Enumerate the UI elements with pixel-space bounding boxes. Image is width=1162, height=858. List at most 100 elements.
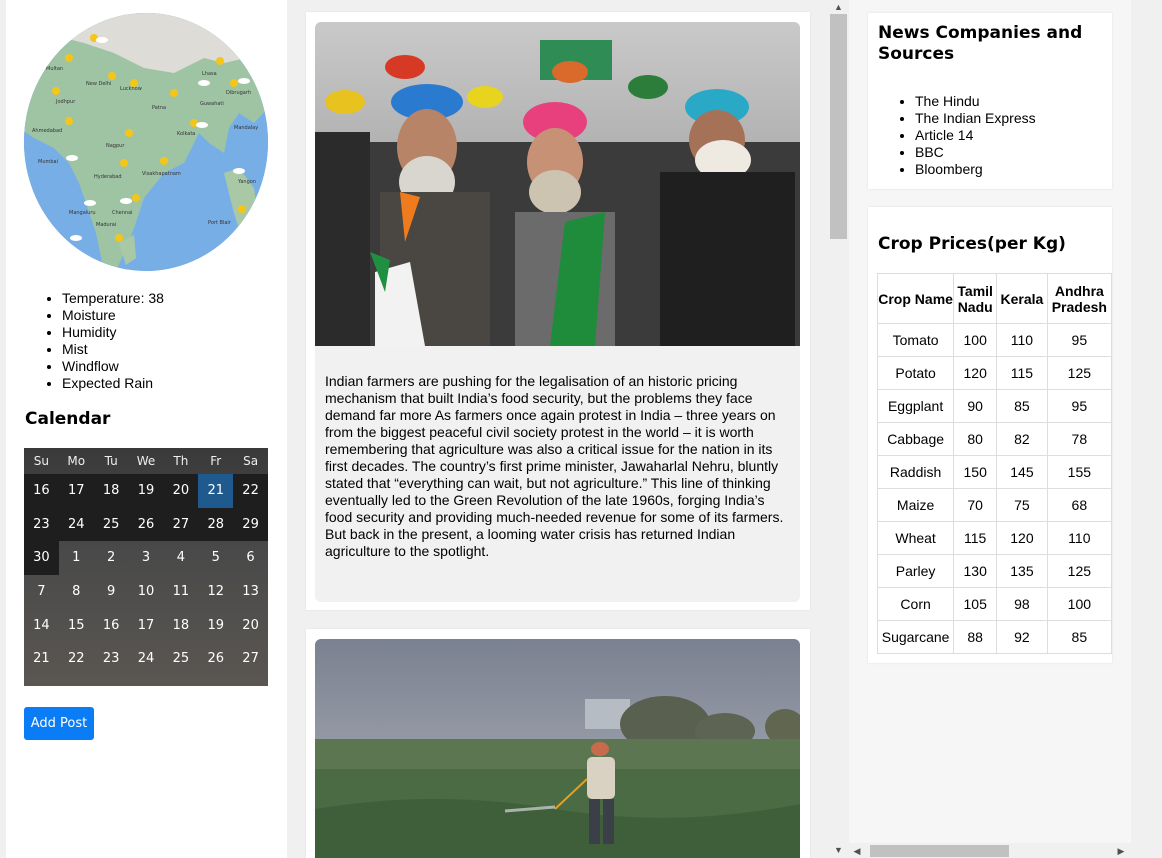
map-label-multan: Multan xyxy=(46,66,63,72)
calendar-day[interactable]: 25 xyxy=(163,642,198,676)
table-cell: 120 xyxy=(953,356,998,390)
calendar-week-row: 23 24 25 26 27 28 29 xyxy=(24,507,268,542)
calendar-day[interactable]: 20 xyxy=(163,474,199,508)
calendar-day[interactable]: 29 xyxy=(233,507,268,542)
table-cell: 115 xyxy=(953,521,998,555)
weather-item-windflow: Windflow xyxy=(62,358,164,375)
vertical-scrollbar-thumb[interactable] xyxy=(830,14,847,239)
calendar-day[interactable]: 14 xyxy=(24,608,59,642)
calendar-day[interactable]: 8 xyxy=(59,575,94,609)
calendar-day[interactable]: 30 xyxy=(24,541,59,575)
calendar-day[interactable]: 6 xyxy=(233,541,268,575)
table-row: Sugarcane 88 92 85 xyxy=(876,620,1112,654)
table-cell: 105 xyxy=(953,587,998,621)
map-label-mumbai: Mumbai xyxy=(38,159,58,165)
weather-item-mist: Mist xyxy=(62,341,164,358)
map-label-yangon: Yangon xyxy=(237,179,256,185)
weather-map[interactable]: Multan New Delhi Lhasa Lucknow Jodhpur P… xyxy=(24,13,268,271)
calendar-day[interactable]: 23 xyxy=(24,507,59,542)
table-cell: 100 xyxy=(1046,587,1112,621)
table-cell: 68 xyxy=(1046,488,1112,522)
crop-prices-card: Crop Prices(per Kg) Crop Name Tamil Nadu… xyxy=(868,207,1112,663)
vertical-scrollbar[interactable]: ▲ ▼ xyxy=(829,0,848,858)
calendar-day[interactable]: 21 xyxy=(198,474,234,508)
calendar-day[interactable]: 18 xyxy=(163,608,198,642)
calendar-day[interactable]: 1 xyxy=(59,541,94,575)
news-source-item: BBC xyxy=(915,144,1036,161)
map-label-jodhpur: Jodhpur xyxy=(55,99,76,105)
calendar-day[interactable]: 18 xyxy=(93,474,129,508)
table-cell: 70 xyxy=(953,488,998,522)
calendar-day[interactable]: 20 xyxy=(233,608,268,642)
calendar-week-row: 16 17 18 19 20 21 22 xyxy=(24,474,268,508)
calendar-day[interactable]: 9 xyxy=(94,575,129,609)
calendar-day[interactable]: 24 xyxy=(58,507,94,542)
weather-list: Temperature: 38 Moisture Humidity Mist W… xyxy=(62,290,164,392)
calendar-day[interactable]: 19 xyxy=(198,608,233,642)
post-card: Indian farmers are pushing for the legal… xyxy=(306,12,810,610)
calendar-day[interactable]: 26 xyxy=(128,507,164,542)
calendar-week-row: 21 22 23 24 25 26 27 xyxy=(24,642,268,676)
calendar-day[interactable]: 16 xyxy=(94,608,129,642)
table-cell: 78 xyxy=(1046,422,1112,456)
table-cell: 85 xyxy=(996,389,1048,423)
add-post-button[interactable]: Add Post xyxy=(24,707,94,740)
table-cell: 115 xyxy=(996,356,1048,390)
calendar-day[interactable]: 27 xyxy=(163,507,199,542)
map-label-hyderabad: Hyderabad xyxy=(94,174,122,180)
map-label-ahmedabad: Ahmedabad xyxy=(32,128,62,134)
calendar-day[interactable]: 7 xyxy=(24,575,59,609)
column-header-crop-name: Crop Name xyxy=(876,273,955,324)
calendar-day[interactable]: 12 xyxy=(198,575,233,609)
scroll-left-arrow-icon[interactable]: ◀ xyxy=(851,846,863,857)
calendar-day[interactable]: 4 xyxy=(163,541,198,575)
news-source-item: The Hindu xyxy=(915,93,1036,110)
calendar-day[interactable]: 25 xyxy=(93,507,129,542)
post-text: Indian farmers are pushing for the legal… xyxy=(325,373,784,559)
calendar-day[interactable]: 23 xyxy=(94,642,129,676)
table-cell: 155 xyxy=(1046,455,1112,489)
scroll-right-arrow-icon[interactable]: ▶ xyxy=(1115,846,1127,857)
news-source-item: Bloomberg xyxy=(915,161,1036,178)
calendar-day[interactable]: 10 xyxy=(129,575,164,609)
calendar-day[interactable]: 22 xyxy=(233,474,268,508)
crop-prices-table: Crop Name Tamil Nadu Kerala Andhra Prade… xyxy=(876,273,1112,654)
calendar-day[interactable]: 22 xyxy=(59,642,94,676)
table-row: Potato 120 115 125 xyxy=(876,356,1112,390)
calendar-day[interactable]: 11 xyxy=(163,575,198,609)
weather-item-expected-rain: Expected Rain xyxy=(62,375,164,392)
calendar-weekday: We xyxy=(136,454,156,468)
calendar-day[interactable]: 27 xyxy=(233,642,268,676)
calendar-weekday: Sa xyxy=(243,454,259,468)
calendar-day[interactable]: 17 xyxy=(129,608,164,642)
scroll-down-arrow-icon[interactable]: ▼ xyxy=(829,845,848,855)
calendar-week-row: 30 1 2 3 4 5 6 xyxy=(24,541,268,575)
horizontal-scrollbar-thumb[interactable] xyxy=(870,845,1009,857)
crop-prices-body: Tomato 100 110 95 Potato 120 115 125 Eggplant 90 8… xyxy=(876,323,1112,654)
calendar-day[interactable]: 13 xyxy=(233,575,268,609)
calendar-day[interactable]: 3 xyxy=(129,541,164,575)
calendar-day[interactable]: 16 xyxy=(24,474,59,508)
news-source-item: Article 14 xyxy=(915,127,1036,144)
weather-item-humidity: Humidity xyxy=(62,324,164,341)
calendar-day[interactable]: 2 xyxy=(94,541,129,575)
map-label-visakhapatnam: Visakhapatnam xyxy=(142,171,181,177)
table-cell: 125 xyxy=(1046,356,1112,390)
news-source-item: The Indian Express xyxy=(915,110,1036,127)
calendar-day[interactable]: 17 xyxy=(58,474,94,508)
table-cell: 88 xyxy=(953,620,998,654)
calendar-day[interactable]: 19 xyxy=(128,474,164,508)
calendar-day[interactable]: 24 xyxy=(129,642,164,676)
calendar-day[interactable]: 5 xyxy=(198,541,233,575)
scroll-up-arrow-icon[interactable]: ▲ xyxy=(829,2,848,12)
calendar-weekday: Su xyxy=(33,454,50,468)
calendar-day[interactable]: 26 xyxy=(198,642,233,676)
horizontal-scrollbar[interactable]: ◀ ▶ xyxy=(849,843,1131,858)
calendar-day[interactable]: 21 xyxy=(24,642,59,676)
table-cell: 100 xyxy=(953,323,998,357)
table-cell: 110 xyxy=(1046,521,1112,555)
calendar-weekday: Mo xyxy=(67,454,86,468)
column-header-kerala: Kerala xyxy=(996,273,1048,324)
calendar-day[interactable]: 15 xyxy=(59,608,94,642)
calendar-day[interactable]: 28 xyxy=(198,507,234,542)
